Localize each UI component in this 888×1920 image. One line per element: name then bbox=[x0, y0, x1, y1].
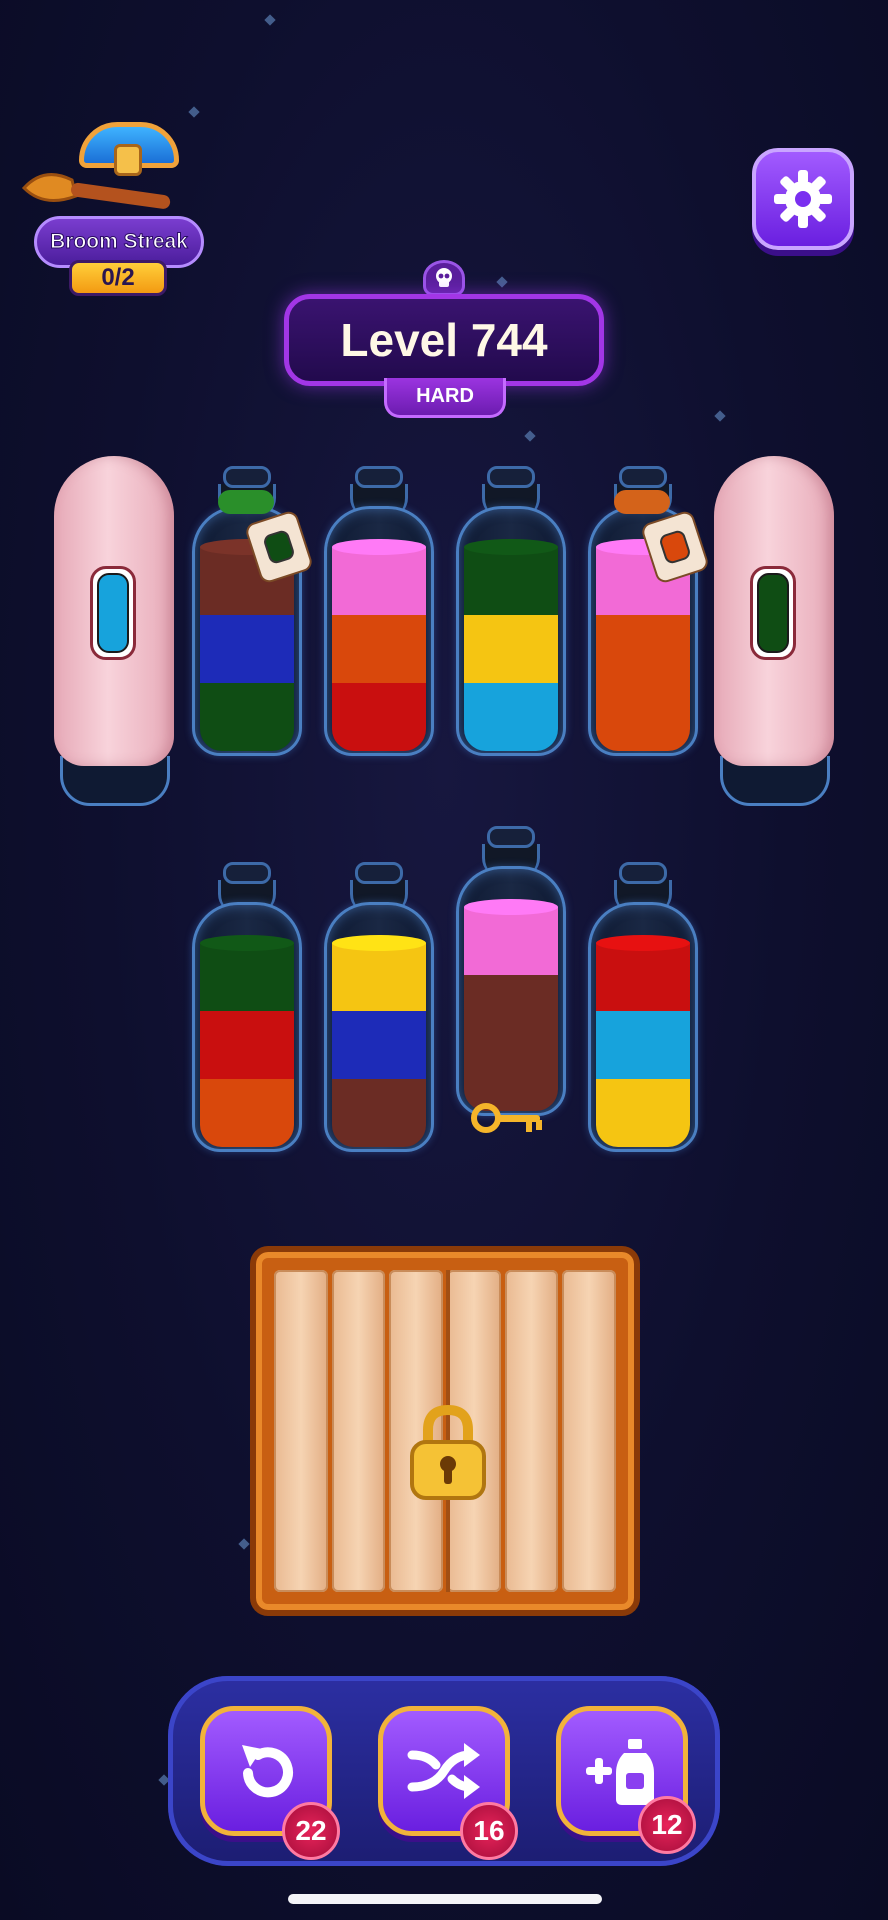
broom-streak-widget[interactable]: Broom Streak 0/2 bbox=[14, 118, 204, 298]
broom-streak-count: 0/2 bbox=[69, 260, 167, 296]
liquid-layer-blue bbox=[200, 615, 294, 683]
liquid-surface bbox=[332, 935, 426, 951]
liquid-layer-orange bbox=[596, 615, 690, 683]
background-star bbox=[238, 1538, 250, 1550]
liquid-layer-orange bbox=[596, 683, 690, 751]
liquid-layer-cyan bbox=[596, 1011, 690, 1079]
bottle-7[interactable] bbox=[192, 862, 302, 1152]
bottle-glass bbox=[456, 866, 566, 1116]
padlock-icon bbox=[410, 1404, 486, 1500]
liquid-layer-red bbox=[596, 943, 690, 1011]
bottle-8[interactable] bbox=[324, 862, 434, 1152]
broom-icon bbox=[21, 173, 171, 209]
background-star bbox=[524, 430, 536, 442]
difficulty-badge: HARD bbox=[384, 378, 506, 418]
add-bottle-icon bbox=[586, 1739, 654, 1805]
add-bottle-count-badge: 12 bbox=[638, 1796, 696, 1854]
liquid-layer-yellow bbox=[596, 1079, 690, 1147]
locked-crate[interactable] bbox=[250, 1246, 640, 1616]
background-star bbox=[188, 106, 200, 118]
home-indicator bbox=[288, 1894, 602, 1904]
liquid-surface bbox=[596, 935, 690, 951]
rope-knot-icon bbox=[218, 490, 274, 514]
tools-bar: 22 16 12 bbox=[168, 1676, 720, 1866]
liquid-layer-cyan bbox=[464, 683, 558, 751]
bottle-hint-label bbox=[750, 566, 796, 660]
key-icon bbox=[471, 1103, 542, 1133]
liquid-layer-blue bbox=[332, 1011, 426, 1079]
liquid-layer-orange bbox=[332, 615, 426, 683]
level-title: Level 744 bbox=[340, 314, 548, 366]
liquid-layer-red bbox=[332, 683, 426, 751]
liquid-layer-green bbox=[464, 547, 558, 615]
rope-knot-icon bbox=[614, 490, 670, 514]
bottle-cork bbox=[619, 466, 667, 488]
liquid-layer-green bbox=[200, 943, 294, 1011]
bottle-hint-label bbox=[90, 566, 136, 660]
bottle-cork bbox=[355, 466, 403, 488]
bottle-cork bbox=[619, 862, 667, 884]
level-plate: Level 744 bbox=[284, 294, 604, 386]
bottle-cork bbox=[487, 466, 535, 488]
liquid-layer-yellow bbox=[332, 943, 426, 1011]
bottle-cork bbox=[223, 862, 271, 884]
bottle-9[interactable] bbox=[456, 826, 566, 1116]
liquid-layer-yellow bbox=[464, 615, 558, 683]
bottle-cork bbox=[223, 466, 271, 488]
bottle-glass bbox=[192, 902, 302, 1152]
liquid-surface bbox=[200, 935, 294, 951]
bottle-4[interactable] bbox=[456, 466, 566, 756]
liquid-layer-red bbox=[200, 1011, 294, 1079]
shuffle-icon bbox=[407, 1743, 480, 1799]
shuffle-count-badge: 16 bbox=[460, 1802, 518, 1860]
bottle-glass bbox=[324, 902, 434, 1152]
liquid-layer-pink bbox=[332, 547, 426, 615]
liquid-layer-orange bbox=[200, 1079, 294, 1147]
bottle-3[interactable] bbox=[324, 466, 434, 756]
background-star bbox=[264, 14, 276, 26]
liquid-layer-pink bbox=[464, 907, 558, 975]
settings-button[interactable] bbox=[752, 148, 854, 250]
bottle-cork bbox=[487, 826, 535, 848]
liquid-surface bbox=[464, 539, 558, 555]
liquid-layer-green bbox=[200, 683, 294, 751]
liquid-layer-brown bbox=[332, 1079, 426, 1147]
broom-streak-label: Broom Streak bbox=[50, 230, 189, 254]
bottle-glass bbox=[588, 902, 698, 1152]
bottle-10[interactable] bbox=[588, 862, 698, 1152]
liquid-surface bbox=[464, 899, 558, 915]
skull-icon bbox=[423, 260, 465, 296]
background-star bbox=[496, 276, 508, 288]
liquid-layer-brown bbox=[464, 975, 558, 1043]
gear-icon bbox=[774, 170, 832, 228]
undo-icon bbox=[242, 1745, 293, 1798]
undo-count-badge: 22 bbox=[282, 1802, 340, 1860]
liquid-surface bbox=[332, 539, 426, 555]
bottle-glass bbox=[324, 506, 434, 756]
background-star bbox=[714, 410, 726, 422]
bottle-glass bbox=[456, 506, 566, 756]
bottle-cork bbox=[355, 862, 403, 884]
